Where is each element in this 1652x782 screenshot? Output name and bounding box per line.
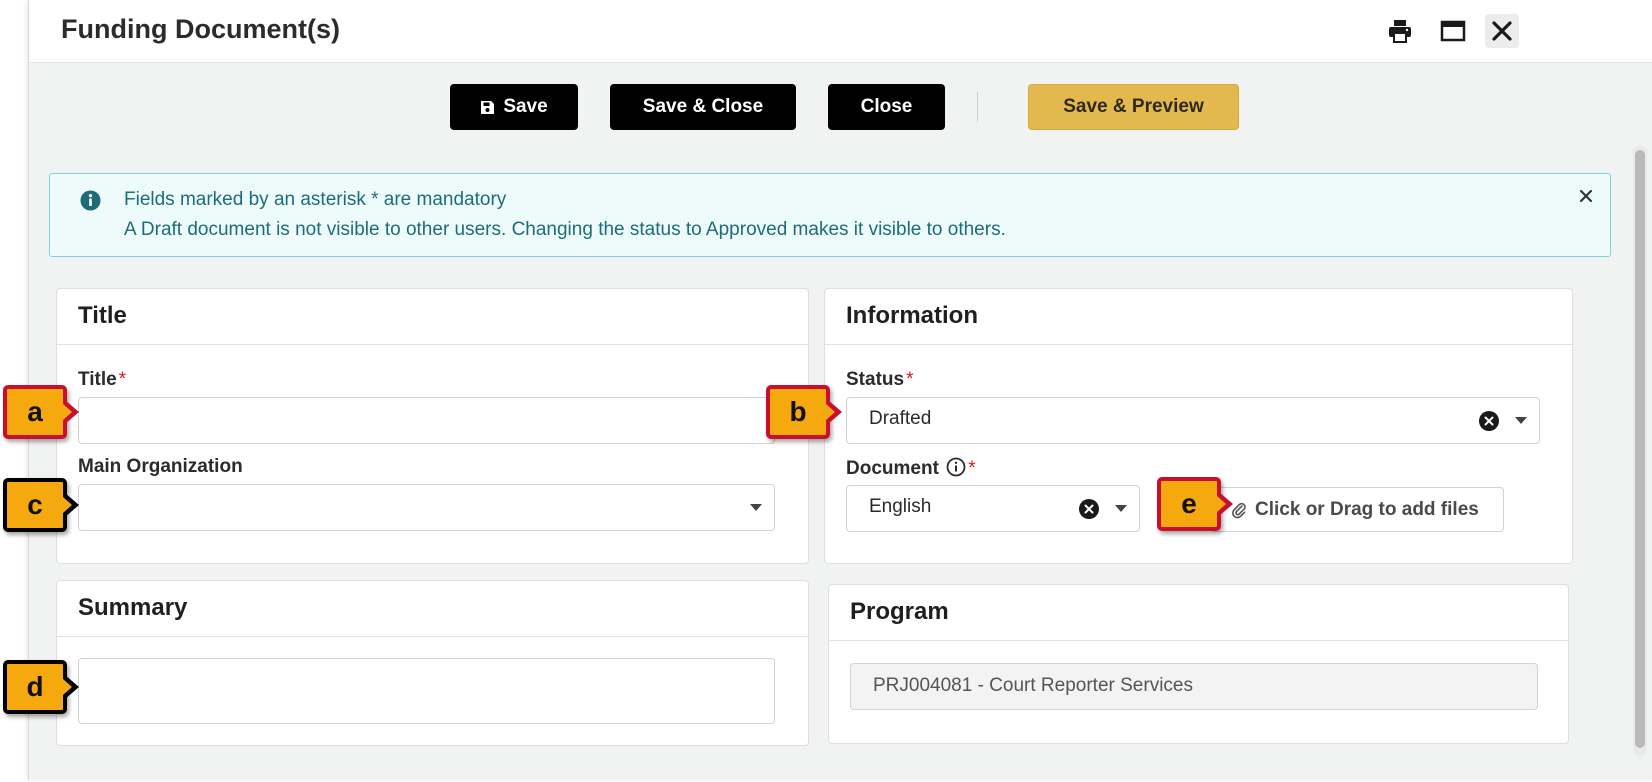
- dialog-scrollbar[interactable]: [1633, 146, 1647, 756]
- scrollbar-thumb[interactable]: [1635, 150, 1645, 748]
- document-label-text: Document: [846, 458, 939, 479]
- chevron-down-icon[interactable]: [1515, 398, 1527, 443]
- save-close-button[interactable]: Save & Close: [610, 84, 796, 130]
- title-card: Title Title * Main Organization: [56, 288, 809, 564]
- save-preview-button[interactable]: Save & Preview: [1028, 84, 1239, 130]
- required-asterisk: *: [968, 458, 976, 479]
- dialog-header: Funding Document(s): [29, 0, 1652, 63]
- chevron-down-icon[interactable]: [750, 485, 762, 530]
- callout-c: c: [3, 478, 79, 532]
- alert-close-icon[interactable]: [1578, 188, 1594, 209]
- status-field-label: Status *: [846, 369, 913, 391]
- status-label-text: Status: [846, 369, 905, 390]
- funding-document-dialog: Funding Document(s) Save Save & Close Cl…: [28, 0, 1652, 780]
- information-card-heading: Information: [825, 289, 1572, 345]
- callout-d: d: [3, 660, 79, 714]
- close-icon: [1491, 20, 1513, 42]
- chevron-down-icon[interactable]: [1115, 486, 1127, 531]
- alert-mandatory-text: Fields marked by an asterisk * are manda…: [124, 189, 507, 210]
- print-button[interactable]: [1383, 14, 1417, 48]
- program-card: Program PRJ004081 - Court Reporter Servi…: [828, 584, 1569, 744]
- dialog-close-button[interactable]: [1485, 14, 1519, 48]
- document-language-select[interactable]: English: [846, 485, 1140, 532]
- document-language-value: English: [869, 496, 932, 517]
- title-input[interactable]: [78, 397, 775, 444]
- clear-status-icon[interactable]: [1479, 398, 1499, 443]
- title-field-label: Title *: [78, 369, 126, 391]
- title-label-text: Title: [78, 369, 117, 390]
- document-field-label: Document *: [846, 457, 976, 483]
- main-organization-label: Main Organization: [78, 456, 243, 477]
- clear-language-icon[interactable]: [1079, 486, 1099, 531]
- action-toolbar: Save Save & Close Close Save & Preview: [29, 84, 1652, 132]
- program-value: PRJ004081 - Court Reporter Services: [873, 675, 1193, 696]
- info-alert: Fields marked by an asterisk * are manda…: [49, 173, 1611, 257]
- summary-card-heading: Summary: [57, 581, 808, 637]
- info-icon: [80, 190, 101, 216]
- save-label: Save: [503, 96, 548, 117]
- summary-input[interactable]: [78, 658, 775, 724]
- alert-draft-text: A Draft document is not visible to other…: [124, 219, 1006, 240]
- summary-card: Summary: [56, 580, 809, 746]
- file-upload-dropzone[interactable]: Click or Drag to add files: [1210, 487, 1504, 532]
- maximize-button[interactable]: [1436, 14, 1470, 48]
- close-button[interactable]: Close: [828, 84, 945, 130]
- paperclip-icon: [1231, 501, 1247, 519]
- program-field: PRJ004081 - Court Reporter Services: [850, 663, 1538, 710]
- required-asterisk: *: [906, 369, 914, 390]
- program-card-heading: Program: [829, 585, 1568, 641]
- info-circle-icon[interactable]: [946, 457, 966, 483]
- dialog-title: Funding Document(s): [61, 14, 340, 44]
- save-button[interactable]: Save: [450, 84, 578, 130]
- maximize-icon: [1440, 19, 1466, 43]
- callout-e: e: [1157, 477, 1233, 531]
- floppy-disk-icon: [480, 100, 495, 115]
- callout-a: a: [3, 385, 79, 439]
- status-value: Drafted: [869, 408, 932, 429]
- toolbar-divider: [977, 92, 978, 122]
- upload-label: Click or Drag to add files: [1255, 498, 1479, 520]
- callout-b: b: [766, 385, 842, 439]
- status-select[interactable]: Drafted: [846, 397, 1540, 444]
- title-card-heading: Title: [57, 289, 808, 345]
- required-asterisk: *: [118, 369, 127, 390]
- print-icon: [1387, 18, 1413, 44]
- main-organization-select[interactable]: [78, 484, 775, 531]
